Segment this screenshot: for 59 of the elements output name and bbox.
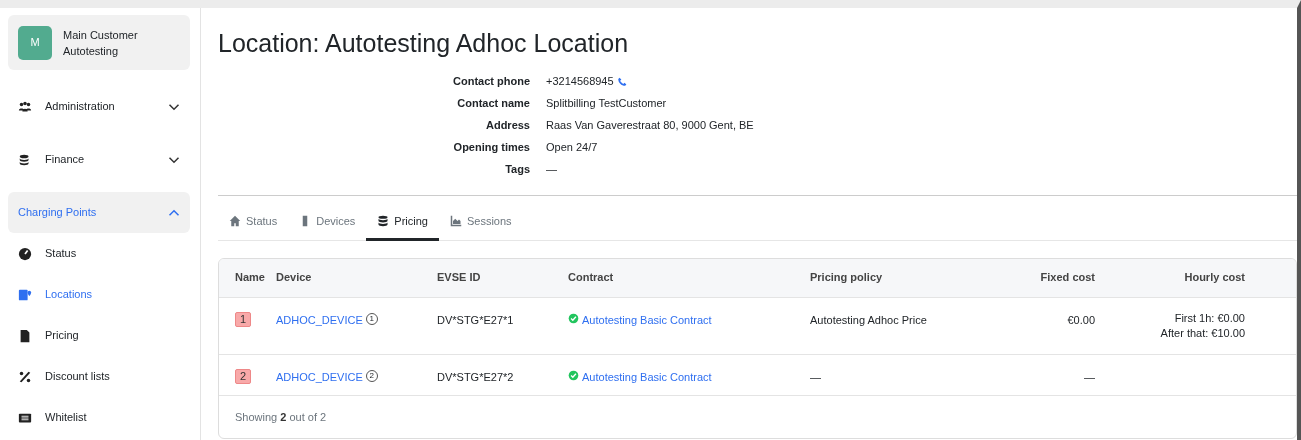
column-header: Name [235,270,265,286]
avatar: M [18,25,52,60]
nav-item[interactable]: Status [8,233,190,274]
detail-label: Tags [504,162,530,177]
column-header: Hourly cost [1184,270,1245,286]
account-name: Main Customer Autotesting [63,27,139,59]
account-card[interactable]: M Main Customer Autotesting [8,15,190,70]
tab[interactable]: Pricing [366,206,439,241]
gauge-icon [18,246,32,261]
column-header: EVSE ID [437,270,481,286]
detail-value: Splitbilling TestCustomer [546,97,667,109]
nav-group[interactable]: Administration [8,80,190,133]
column-header: Fixed cost [1040,270,1095,286]
table-cell-text: Autotesting Adhoc Price [810,312,927,328]
home-icon [229,215,241,228]
nav-item[interactable]: Discount lists [8,356,190,397]
table-cell: First 1h: €0.00 After that: €10.00 [1160,310,1245,341]
area-chart-icon [449,215,462,228]
detail-value: Open 24/7 [546,141,598,153]
device-link[interactable]: ADHOC_DEVICE [276,368,363,385]
number-badge: 2 [235,368,252,384]
coins-icon [18,152,32,167]
people-icon [18,99,32,114]
page-title: Location: Autotesting Adhoc Location [218,28,630,58]
nav-item[interactable]: Locations [8,274,190,315]
document-icon [18,328,32,343]
tab[interactable]: Devices [288,206,367,241]
database-icon [377,215,390,228]
table-cell-text: €0.00 [1067,312,1095,328]
detail-value: — [546,163,557,175]
table-cell-text: — [810,369,821,385]
nav-group[interactable]: Finance [8,133,190,186]
table-cell-text: — [1084,369,1095,385]
detail-label: Contact phone [452,74,530,89]
detail-value: Raas Van Gaverestraat 80, 9000 Gent, BE [546,119,754,131]
tab[interactable]: Sessions [438,206,523,241]
device-link[interactable]: ADHOC_DEVICE [276,311,363,328]
detail-label: Contact name [456,96,530,111]
contract-link[interactable]: Autotesting Basic Contract [582,311,712,328]
tab[interactable]: Status [218,206,289,241]
phone-icon [616,77,627,88]
result-count: Showing 2 out of 2 [235,410,327,423]
column-header: Device [276,270,312,286]
check-circle-icon [568,312,579,324]
nav-item[interactable]: Pricing [8,315,190,356]
percent-icon [18,369,32,384]
nav-group[interactable]: Charging Points [8,192,190,233]
table-cell-text: DV*STG*E27*1 [437,312,514,328]
location-icon [18,287,32,302]
number-badge: 1 [235,311,252,327]
detail-label: Opening times [452,140,530,155]
table-cell-text: DV*STG*E27*2 [437,369,514,385]
detail-label: Address [484,118,530,133]
check-circle-icon [568,369,579,381]
column-header: Contract [568,270,614,286]
nav-item[interactable]: Whitelist [8,397,190,438]
detail-value: +3214568945 [546,75,614,87]
column-header: Pricing policy [810,270,883,286]
contract-link[interactable]: Autotesting Basic Contract [582,368,712,385]
